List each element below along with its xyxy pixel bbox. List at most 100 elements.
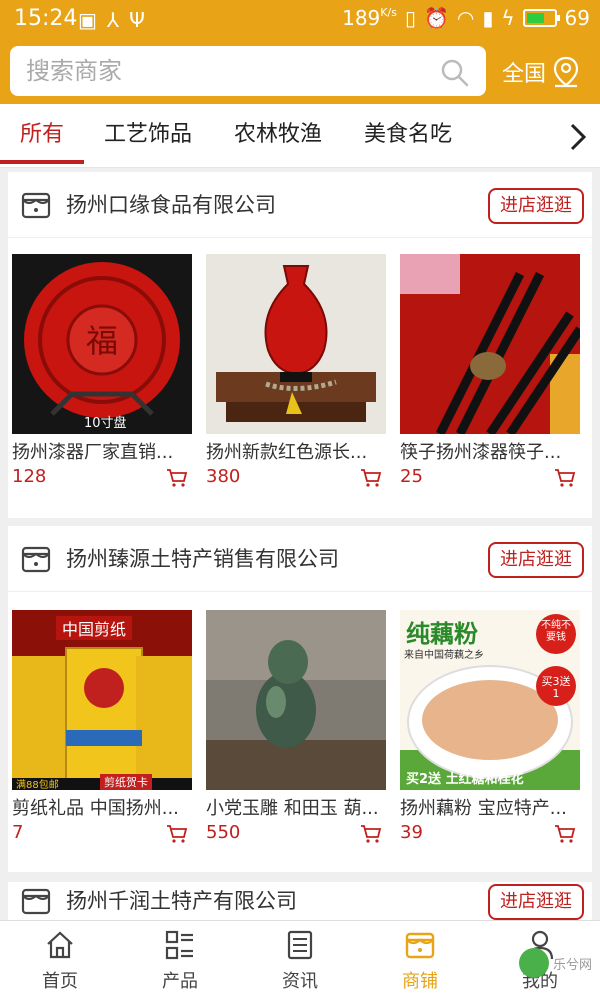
tab-all[interactable]: 所有: [20, 104, 64, 168]
product-price: 128: [12, 466, 47, 487]
shop-card: 扬州口缘食品有限公司 进店逛逛 福 10寸盘 扬州漆器厂家直销... 128 扬…: [8, 172, 592, 518]
product-title[interactable]: 扬州漆器厂家直销...: [12, 438, 194, 464]
search-box[interactable]: [10, 46, 486, 96]
status-right-icons: 189K/s ▯ ⏰ ◠ ▮ ϟ 69: [342, 6, 590, 30]
product-image[interactable]: 福 10寸盘: [12, 254, 192, 434]
product-title[interactable]: 扬州藕粉 宝应特产...: [400, 794, 582, 820]
status-time: 15:24: [14, 6, 78, 31]
bottom-nav: 首页 产品 资讯 商铺 我的: [0, 920, 600, 1000]
cart-icon[interactable]: [554, 468, 576, 488]
store-icon: [21, 546, 51, 573]
visit-shop-button[interactable]: 进店逛逛: [488, 542, 584, 578]
cart-icon[interactable]: [166, 824, 188, 844]
product-image[interactable]: [206, 610, 386, 790]
tab-food[interactable]: 美食名吃: [364, 104, 452, 168]
product-image[interactable]: [206, 254, 386, 434]
shop-card: 扬州臻源土特产销售有限公司 进店逛逛 中国剪纸 满88包邮 剪纸贺卡 剪纸礼品 …: [8, 526, 592, 872]
search-header: 全国: [0, 40, 600, 104]
product-image-badge: 10寸盘: [84, 416, 127, 431]
tab-crafts[interactable]: 工艺饰品: [104, 104, 192, 168]
share-icon: ⅄: [106, 8, 120, 32]
shop-header: 扬州千润土特产有限公司 进店逛逛: [8, 882, 592, 920]
svg-text:福: 福: [86, 322, 118, 360]
shop-name[interactable]: 扬州臻源土特产销售有限公司: [66, 526, 339, 592]
store-icon: [21, 192, 51, 219]
battery-icon: [522, 9, 560, 27]
chevron-right-icon[interactable]: [566, 122, 590, 152]
nav-home-label: 首页: [42, 971, 78, 992]
product-item[interactable]: 福 10寸盘 扬州漆器厂家直销... 128: [12, 254, 192, 487]
shop-name[interactable]: 扬州千润土特产有限公司: [66, 882, 297, 920]
search-input[interactable]: [26, 46, 426, 96]
product-item[interactable]: 纯藕粉 来自中国荷藕之乡 不纯不要钱 买3送1 买2送 土红糖和桂花 扬州藕粉 …: [400, 610, 580, 843]
search-icon[interactable]: [440, 58, 470, 88]
cart-icon[interactable]: [360, 824, 382, 844]
nav-news[interactable]: 资讯: [240, 921, 360, 1000]
region-selector[interactable]: 全国: [502, 52, 580, 92]
product-price: 7: [12, 822, 24, 843]
status-left-icons: ▣ ⅄ Ψ: [78, 8, 145, 32]
product-item[interactable]: 小党玉雕 和田玉 葫... 550: [206, 610, 386, 843]
nav-shops-label: 商铺: [402, 971, 438, 992]
product-image-headline: 纯藕粉: [406, 620, 478, 648]
product-image-caption: 中国剪纸: [56, 616, 133, 640]
home-icon: [47, 931, 73, 959]
product-item[interactable]: 中国剪纸 满88包邮 剪纸贺卡 剪纸礼品 中国扬州... 7: [12, 610, 192, 843]
vibrate-icon: ▯: [404, 6, 416, 30]
product-image[interactable]: 纯藕粉 来自中国荷藕之乡 不纯不要钱 买3送1 买2送 土红糖和桂花: [400, 610, 580, 790]
region-label: 全国: [502, 62, 547, 87]
store-icon: [21, 888, 51, 915]
cart-icon[interactable]: [166, 468, 188, 488]
product-image[interactable]: 中国剪纸 满88包邮 剪纸贺卡: [12, 610, 192, 790]
watermark-text: 乐兮网: [552, 957, 592, 973]
product-title[interactable]: 筷子扬州漆器筷子...: [400, 438, 582, 464]
product-price: 25: [400, 466, 423, 487]
nav-home[interactable]: 首页: [0, 921, 120, 1000]
product-item[interactable]: 扬州新款红色源长... 380: [206, 254, 386, 487]
product-image[interactable]: [400, 254, 580, 434]
product-price: 39: [400, 822, 423, 843]
signal-icon: ▮: [482, 6, 494, 30]
visit-shop-button[interactable]: 进店逛逛: [488, 884, 584, 920]
status-bar: 15:24 ▣ ⅄ Ψ 189K/s ▯ ⏰ ◠ ▮ ϟ 69: [0, 0, 600, 40]
product-price: 380: [206, 466, 241, 487]
active-tab-indicator: [0, 160, 84, 164]
shop-name[interactable]: 扬州口缘食品有限公司: [66, 172, 276, 238]
wifi-icon: ◠: [456, 6, 475, 30]
shop-header: 扬州臻源土特产销售有限公司 进店逛逛: [8, 526, 592, 592]
category-tabs: 所有 工艺饰品 农林牧渔 美食名吃: [0, 104, 600, 168]
watermark-logo-icon: [518, 948, 549, 978]
product-title[interactable]: 剪纸礼品 中国扬州...: [12, 794, 194, 820]
nav-news-label: 资讯: [282, 971, 318, 992]
product-title[interactable]: 小党玉雕 和田玉 葫...: [206, 794, 388, 820]
product-image-badge: 买3送1: [541, 675, 571, 700]
product-price: 550: [206, 822, 241, 843]
product-title[interactable]: 扬州新款红色源长...: [206, 438, 388, 464]
nav-shops[interactable]: 商铺: [360, 921, 480, 1000]
shop-header: 扬州口缘食品有限公司 进店逛逛: [8, 172, 592, 238]
cart-icon[interactable]: [360, 468, 382, 488]
product-image-badge: 不纯不要钱: [541, 620, 571, 643]
battery-percent: 69: [564, 6, 590, 30]
product-image-tag: 剪纸贺卡: [100, 774, 152, 790]
product-image-promo: 买2送 土红糖和桂花: [406, 772, 524, 787]
network-speed: 189K/s: [342, 6, 397, 30]
visit-shop-button[interactable]: 进店逛逛: [488, 188, 584, 224]
watermark: 乐兮网: [518, 948, 592, 978]
product-item[interactable]: 筷子扬州漆器筷子... 25: [400, 254, 580, 487]
image-icon: ▣: [78, 8, 97, 32]
usb-icon: Ψ: [129, 8, 145, 32]
news-icon: [287, 930, 313, 960]
product-image-promo: 满88包邮: [16, 780, 59, 790]
cart-icon[interactable]: [554, 824, 576, 844]
nav-products-label: 产品: [162, 971, 198, 992]
tab-agriculture[interactable]: 农林牧渔: [234, 104, 322, 168]
grid-list-icon: [165, 930, 193, 960]
shop-icon: [405, 932, 435, 959]
nav-products[interactable]: 产品: [120, 921, 240, 1000]
shop-card: 扬州千润土特产有限公司 进店逛逛: [8, 882, 592, 920]
charging-icon: ϟ: [501, 6, 515, 30]
alarm-icon: ⏰: [423, 6, 449, 30]
location-pin-icon: [553, 56, 579, 88]
product-image-subtitle: 来自中国荷藕之乡: [404, 650, 484, 661]
